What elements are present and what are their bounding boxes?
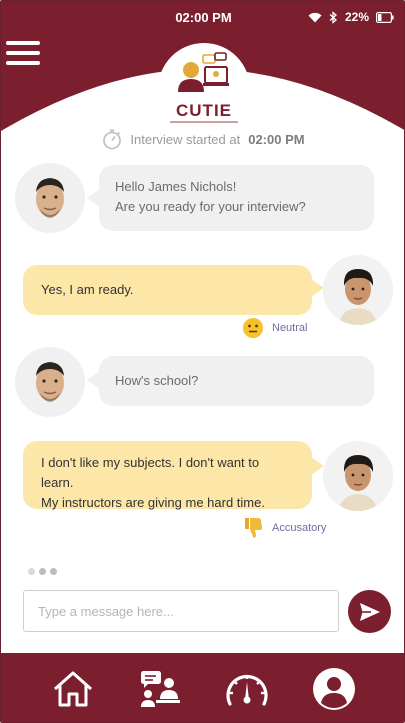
interviewer-message: Hello James Nichols! Are you ready for y… xyxy=(99,165,374,231)
bluetooth-icon xyxy=(329,10,337,24)
message-line: My instructors are giving me hard time. xyxy=(41,495,265,510)
home-icon xyxy=(53,671,92,706)
message-line: Hello James Nichols! xyxy=(115,179,237,194)
user-avatar xyxy=(323,441,393,511)
status-bar: 02:00 PM 22% xyxy=(1,1,404,35)
nav-profile[interactable] xyxy=(310,665,358,713)
user-avatar xyxy=(323,255,393,325)
interview-started: Interview started at 02:00 PM xyxy=(1,127,404,151)
typing-dot xyxy=(39,568,46,575)
nav-interview[interactable] xyxy=(136,665,184,713)
menu-bar-icon xyxy=(6,61,40,65)
bottom-nav xyxy=(1,653,404,722)
wifi-icon xyxy=(308,12,322,22)
sentiment-label: Accusatory xyxy=(272,522,327,534)
neutral-face-icon xyxy=(243,318,263,338)
menu-button[interactable] xyxy=(6,41,40,67)
gauge-icon xyxy=(226,674,268,706)
message-sentiment: Accusatory xyxy=(242,516,326,540)
logo-subtitle-line xyxy=(170,121,238,123)
message-line: Are you ready for your interview? xyxy=(115,199,306,214)
nav-dashboard[interactable] xyxy=(223,665,271,713)
app-header: CUTIE xyxy=(1,35,404,131)
send-icon xyxy=(359,602,380,621)
interview-started-time: 02:00 PM xyxy=(248,131,305,147)
send-button[interactable] xyxy=(348,590,391,633)
profile-icon xyxy=(313,667,356,710)
nav-home[interactable] xyxy=(49,665,97,713)
message-input[interactable] xyxy=(23,590,339,632)
man-face-icon xyxy=(36,362,64,402)
stopwatch-icon xyxy=(103,129,122,150)
menu-bar-icon xyxy=(6,41,40,45)
logo-mark-icon xyxy=(178,52,229,92)
message-line: How's school? xyxy=(115,373,199,388)
typing-dot xyxy=(50,568,57,575)
battery-percent: 22% xyxy=(344,10,369,24)
menu-bar-icon xyxy=(6,51,40,55)
status-icons: 22% xyxy=(308,10,394,24)
logo: CUTIE xyxy=(158,43,250,131)
user-message: Yes, I am ready. xyxy=(23,265,312,315)
app-frame: 02:00 PM 22% CUTIE Interview started at … xyxy=(0,0,405,723)
interviewer-avatar xyxy=(15,347,85,417)
user-message: I don't like my subjects. I don't want t… xyxy=(23,441,312,510)
interviewer-avatar xyxy=(15,163,85,233)
message-line: I don't like my subjects. I don't want t… xyxy=(41,455,260,490)
message-sentiment: Neutral xyxy=(242,317,307,339)
bubble-tail xyxy=(311,457,324,475)
battery-icon xyxy=(376,11,394,23)
message-line: Yes, I am ready. xyxy=(41,282,134,297)
interviewer-message: How's school? xyxy=(99,356,374,406)
boy-face-icon xyxy=(323,441,393,511)
typing-indicator xyxy=(28,568,57,575)
man-face-icon xyxy=(36,178,64,218)
sentiment-label: Neutral xyxy=(272,322,308,334)
boy-face-icon xyxy=(323,255,393,325)
thumbs-down-icon xyxy=(245,518,262,538)
interview-icon xyxy=(140,670,180,707)
logo-text: CUTIE xyxy=(176,101,232,120)
typing-dot xyxy=(28,568,35,575)
interview-started-label: Interview started at xyxy=(130,131,241,147)
